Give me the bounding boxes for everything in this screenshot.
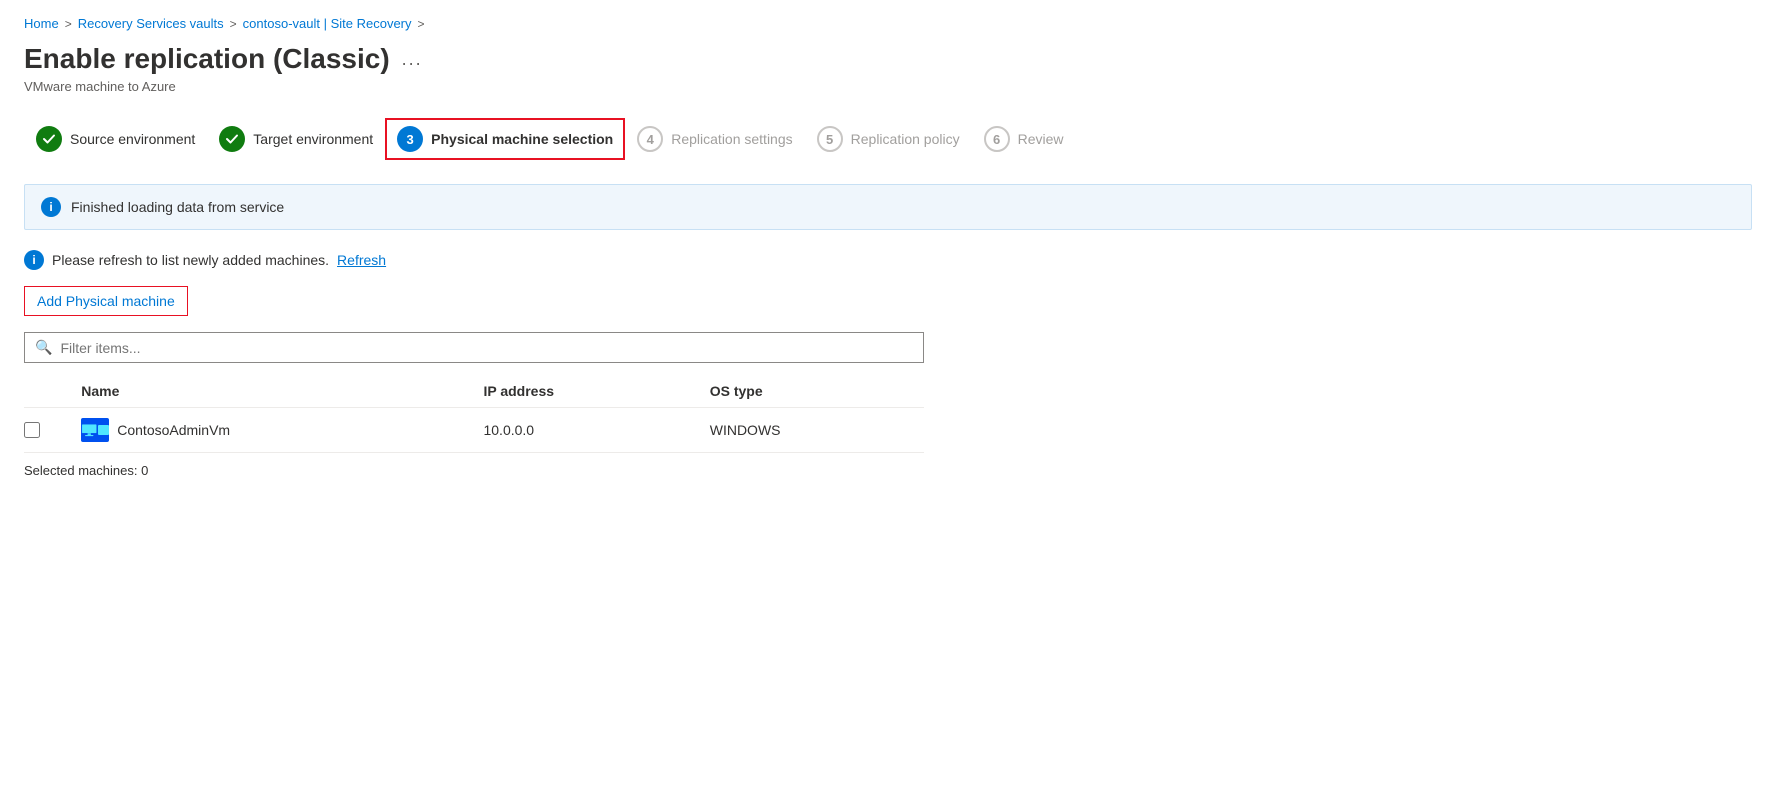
more-options-icon[interactable]: ... [402, 49, 423, 70]
step-review[interactable]: 6 Review [972, 118, 1076, 160]
info-icon: i [41, 197, 61, 217]
step-6-label: Review [1018, 131, 1064, 147]
breadcrumb: Home > Recovery Services vaults > contos… [24, 16, 1752, 31]
page-header: Enable replication (Classic) ... [24, 43, 1752, 75]
step-4-icon: 4 [637, 126, 663, 152]
step-replication-policy[interactable]: 5 Replication policy [805, 118, 972, 160]
step-target-environment[interactable]: Target environment [207, 118, 385, 160]
search-icon: 🔍 [35, 339, 52, 356]
step-5-label: Replication policy [851, 131, 960, 147]
add-physical-machine-button[interactable]: Add Physical machine [24, 286, 188, 316]
table-header-os: OS type [698, 375, 924, 408]
step-3-label: Physical machine selection [431, 131, 613, 147]
step-1-icon [36, 126, 62, 152]
breadcrumb-home[interactable]: Home [24, 16, 59, 31]
row-os: WINDOWS [698, 408, 924, 453]
row-name: ContosoAdminVm [117, 422, 230, 438]
step-2-label: Target environment [253, 131, 373, 147]
selected-count: Selected machines: 0 [24, 463, 1752, 478]
step-2-icon [219, 126, 245, 152]
row-ip: 10.0.0.0 [471, 408, 697, 453]
row-checkbox[interactable] [24, 422, 40, 438]
refresh-info-icon: i [24, 250, 44, 270]
machines-table: Name IP address OS type [24, 375, 924, 453]
step-source-environment[interactable]: Source environment [24, 118, 207, 160]
breadcrumb-sep-2: > [230, 17, 237, 31]
row-check-cell [24, 408, 69, 453]
step-1-label: Source environment [70, 131, 195, 147]
refresh-notice: i Please refresh to list newly added mac… [24, 250, 1752, 270]
breadcrumb-recovery-vaults[interactable]: Recovery Services vaults [78, 16, 224, 31]
filter-container: 🔍 [24, 332, 924, 363]
step-3-icon: 3 [397, 126, 423, 152]
table-header-name: Name [69, 375, 471, 408]
step-replication-settings[interactable]: 4 Replication settings [625, 118, 804, 160]
breadcrumb-contoso-vault[interactable]: contoso-vault | Site Recovery [243, 16, 412, 31]
step-physical-machine-selection[interactable]: 3 Physical machine selection [385, 118, 625, 160]
wizard-steps: Source environment Target environment 3 … [24, 118, 1752, 160]
breadcrumb-sep-3: > [418, 17, 425, 31]
info-banner-text: Finished loading data from service [71, 199, 284, 215]
info-banner: i Finished loading data from service [24, 184, 1752, 230]
row-name-cell: ContosoAdminVm [69, 408, 471, 453]
step-6-icon: 6 [984, 126, 1010, 152]
refresh-link[interactable]: Refresh [337, 252, 386, 268]
breadcrumb-sep-1: > [65, 17, 72, 31]
step-5-icon: 5 [817, 126, 843, 152]
table-header-ip: IP address [471, 375, 697, 408]
step-4-label: Replication settings [671, 131, 792, 147]
table-row: ContosoAdminVm 10.0.0.0 WINDOWS [24, 408, 924, 453]
refresh-text: Please refresh to list newly added machi… [52, 252, 329, 268]
page-title: Enable replication (Classic) [24, 43, 390, 75]
filter-input[interactable] [60, 340, 913, 356]
page-subtitle: VMware machine to Azure [24, 79, 1752, 94]
vm-icon [81, 418, 109, 442]
add-machine-label: Add Physical machine [37, 293, 175, 309]
table-header-check [24, 375, 69, 408]
